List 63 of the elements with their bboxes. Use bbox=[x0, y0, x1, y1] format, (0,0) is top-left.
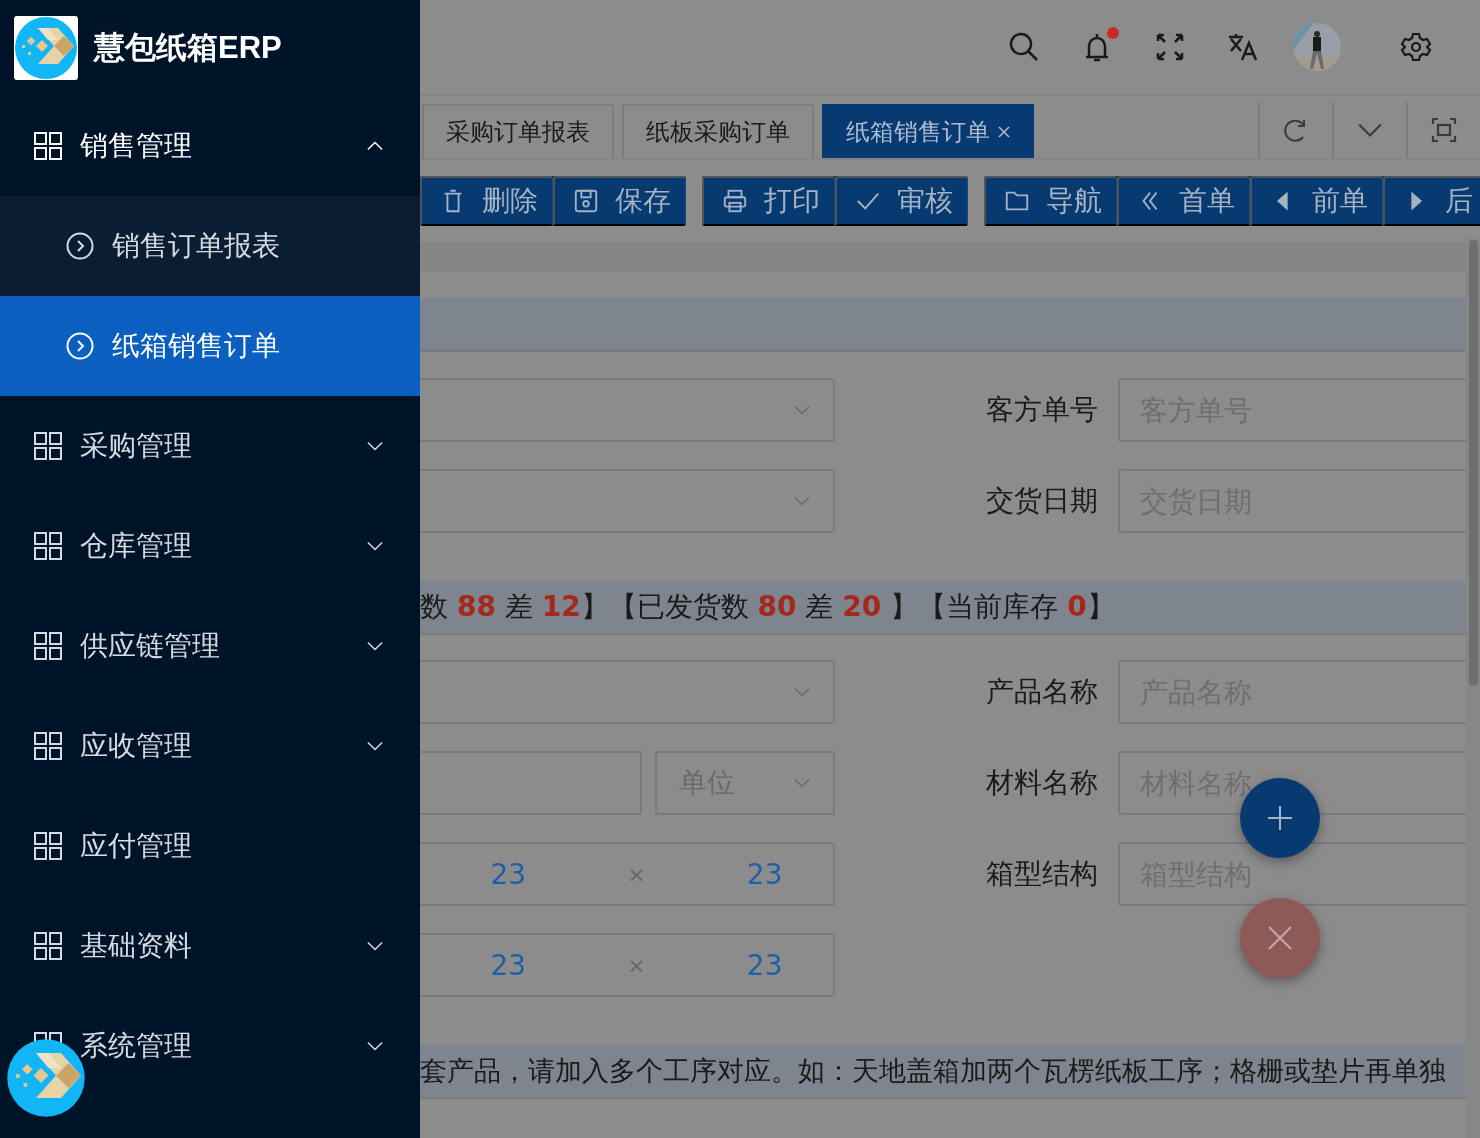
close-icon bbox=[1267, 925, 1293, 951]
field-label: 材料名称 bbox=[985, 765, 1099, 801]
grid-icon bbox=[34, 532, 62, 560]
toolbar-button[interactable]: 删除 bbox=[420, 176, 553, 226]
grid-icon bbox=[34, 932, 62, 960]
chevron-down-icon bbox=[793, 778, 811, 788]
toolbar-button[interactable]: 打印 bbox=[702, 176, 835, 226]
toolbar-button[interactable]: 首单 bbox=[1117, 176, 1250, 226]
search-icon[interactable] bbox=[1007, 31, 1040, 63]
toolbar-button[interactable]: 导航 bbox=[984, 176, 1117, 226]
grid-icon bbox=[34, 132, 62, 160]
submenu-item[interactable]: 纸箱销售订单 bbox=[0, 296, 420, 396]
field-label: 箱型结构 bbox=[985, 856, 1099, 892]
toolbar-button[interactable]: 前单 bbox=[1250, 176, 1383, 226]
scrollbar[interactable] bbox=[1466, 238, 1480, 1138]
chevron-down-icon bbox=[793, 496, 811, 506]
save-icon bbox=[573, 188, 599, 214]
grid-icon bbox=[34, 632, 62, 660]
field-label: 客方单号 bbox=[985, 392, 1099, 428]
fullscreen-icon[interactable] bbox=[1431, 117, 1457, 143]
chevron-down-icon bbox=[793, 405, 811, 415]
chevron-down-icon bbox=[366, 1041, 384, 1051]
tab[interactable]: 纸板采购订单 bbox=[622, 104, 814, 158]
select-field[interactable] bbox=[420, 469, 835, 533]
chevron-down-icon bbox=[793, 687, 811, 697]
toolbar-button[interactable]: 后 bbox=[1383, 176, 1480, 226]
tab[interactable]: 纸箱销售订单 bbox=[822, 104, 1034, 158]
chevron-down-icon bbox=[366, 741, 384, 751]
plus-icon bbox=[1267, 805, 1293, 831]
settings-icon[interactable] bbox=[1399, 31, 1432, 63]
chevron-down-icon bbox=[366, 541, 384, 551]
menu-item[interactable]: 采购管理 bbox=[0, 396, 420, 496]
menu-item[interactable]: 销售管理 bbox=[0, 96, 420, 196]
chevron-down-icon bbox=[366, 641, 384, 651]
stock-info: 数 88 差 12】【已发货数 80 差 20 】【当前库存 0】 bbox=[420, 589, 1115, 625]
tab[interactable]: 采购订单报表 bbox=[422, 104, 614, 158]
app-title: 慧包纸箱ERP bbox=[94, 29, 282, 67]
menu-item[interactable]: 应付管理 bbox=[0, 796, 420, 896]
toolbar-button[interactable]: 审核 bbox=[835, 176, 968, 226]
toolbar-button[interactable]: 保存 bbox=[553, 176, 686, 226]
menu-item[interactable]: 仓库管理 bbox=[0, 496, 420, 596]
menu-item[interactable]: 应收管理 bbox=[0, 696, 420, 796]
circle-chevron-icon bbox=[66, 232, 94, 260]
chevron-up-icon bbox=[366, 141, 384, 151]
grid-icon bbox=[34, 832, 62, 860]
translate-icon[interactable] bbox=[1226, 31, 1259, 63]
printer-icon bbox=[722, 188, 748, 214]
menu-item[interactable]: 供应链管理 bbox=[0, 596, 420, 696]
select-field[interactable] bbox=[420, 660, 835, 724]
close-icon[interactable] bbox=[998, 126, 1010, 138]
select-field[interactable] bbox=[420, 378, 835, 442]
grid-icon bbox=[34, 432, 62, 460]
submenu-item[interactable]: 销售订单报表 bbox=[0, 196, 420, 296]
chevron-down-icon bbox=[366, 941, 384, 951]
menu-item[interactable]: 基础资料 bbox=[0, 896, 420, 996]
grid-icon bbox=[34, 732, 62, 760]
circle-chevron-icon bbox=[66, 332, 94, 360]
chevron-down-icon bbox=[366, 441, 384, 451]
note-text: 套产品，请加入多个工序对应。如：天地盖箱加两个瓦楞纸板工序；格栅或垫片再单独 bbox=[420, 1054, 1446, 1088]
input-field[interactable] bbox=[420, 751, 642, 815]
field-label: 交货日期 bbox=[985, 483, 1099, 519]
field-label: 产品名称 bbox=[985, 674, 1099, 710]
logo-icon bbox=[14, 16, 78, 80]
